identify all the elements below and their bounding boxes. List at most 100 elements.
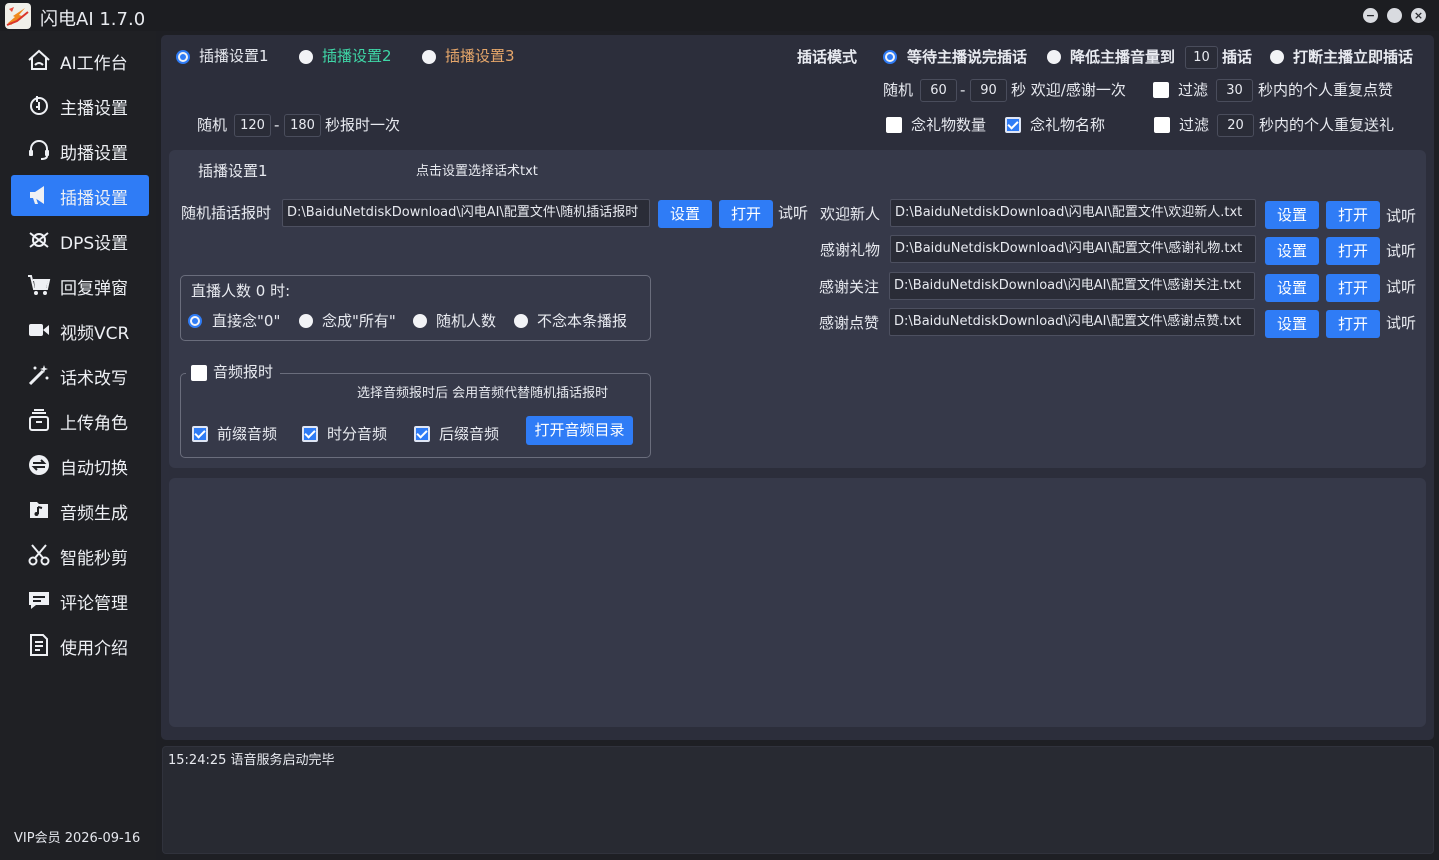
minimize-icon[interactable]: −: [1363, 8, 1378, 23]
preset-2-radio[interactable]: [299, 50, 313, 64]
sidebar-item-reply-popup[interactable]: 回复弹窗: [11, 265, 149, 306]
sidebar-item-audio-gen[interactable]: 音频生成: [11, 490, 149, 531]
time-audio-checkbox[interactable]: [302, 426, 318, 442]
zero-direct-radio[interactable]: [188, 314, 202, 328]
random-report-min-input[interactable]: 120: [234, 114, 271, 137]
gift-name-checkbox[interactable]: [1005, 117, 1021, 133]
zero-skip-label[interactable]: 不念本条播报: [537, 311, 627, 331]
upload-box-icon: [29, 409, 49, 431]
volume-input[interactable]: 10: [1185, 46, 1218, 69]
wait-insert-radio[interactable]: [883, 50, 897, 64]
random-insert-path-input[interactable]: D:\BaiduNetdiskDownload\闪电AI\配置文件\随机插话报时: [282, 199, 650, 227]
sidebar-item-upload-role[interactable]: 上传角色: [11, 400, 149, 441]
filter-gift-checkbox[interactable]: [1154, 117, 1170, 133]
gift-name-label[interactable]: 念礼物名称: [1030, 115, 1105, 135]
suffix-audio-label[interactable]: 后缀音频: [439, 424, 499, 444]
time-audio-label[interactable]: 时分音频: [327, 424, 387, 444]
welcome-new-label: 欢迎新人: [820, 205, 881, 223]
filter-like-checkbox[interactable]: [1153, 82, 1169, 98]
gift-count-label[interactable]: 念礼物数量: [911, 115, 986, 135]
preset-1-radio[interactable]: [176, 50, 190, 64]
gift-count-checkbox[interactable]: [886, 117, 902, 133]
thank-follow-label: 感谢关注: [819, 278, 880, 296]
zero-direct-label[interactable]: 直接念"0": [212, 311, 280, 331]
wait-insert-label[interactable]: 等待主播说完插话: [907, 47, 1027, 67]
thank-follow-path-input[interactable]: D:\BaiduNetdiskDownload\闪电AI\配置文件\感谢关注.t…: [889, 272, 1255, 300]
log-panel: 15:24:25 语音服务启动完毕: [162, 746, 1434, 854]
thank-follow-set-button[interactable]: 设置: [1265, 274, 1319, 302]
switch-icon: [29, 455, 49, 475]
sidebar-item-ai-workbench[interactable]: AI工作台: [11, 40, 149, 81]
prefix-audio-checkbox[interactable]: [192, 426, 208, 442]
thank-like-path-input[interactable]: D:\BaiduNetdiskDownload\闪电AI\配置文件\感谢点赞.t…: [889, 308, 1255, 336]
volume-suffix: 插话: [1222, 48, 1253, 66]
zero-random-label[interactable]: 随机人数: [436, 311, 496, 331]
insert-mode-label: 插话模式: [797, 48, 858, 66]
maximize-icon[interactable]: [1387, 8, 1402, 23]
close-icon[interactable]: ×: [1411, 8, 1426, 23]
thank-gift-listen-link[interactable]: 试听: [1386, 241, 1416, 261]
interrupt-label[interactable]: 打断主播立即插话: [1293, 47, 1413, 67]
zero-skip-radio[interactable]: [514, 314, 528, 328]
sidebar-item-label: DPS设置: [60, 234, 129, 254]
sidebar-item-anchor[interactable]: 主播设置: [11, 85, 149, 126]
welcome-new-set-button[interactable]: 设置: [1265, 201, 1319, 229]
sidebar-item-label: 主播设置: [60, 99, 128, 119]
panel-title: 插播设置1: [198, 162, 268, 180]
random-insert-label: 随机插话报时: [181, 204, 272, 222]
sidebar-item-dps[interactable]: DPS设置: [11, 220, 149, 261]
interrupt-radio[interactable]: [1270, 50, 1284, 64]
audio-report-note: 选择音频报时后 会用音频代替随机插话报时: [357, 386, 609, 401]
sidebar-item-label: 音频生成: [60, 504, 128, 524]
random-report-max-input[interactable]: 180: [284, 114, 321, 137]
random-insert-set-button[interactable]: 设置: [658, 200, 712, 228]
zero-random-radio[interactable]: [413, 314, 427, 328]
vip-status: VIP会员 2026-09-16: [14, 831, 141, 846]
megaphone-icon: [30, 186, 44, 204]
sidebar-item-insert[interactable]: 插播设置: [11, 175, 149, 216]
welcome-min-input[interactable]: 60: [920, 79, 957, 102]
audio-report-checkbox[interactable]: [191, 365, 207, 381]
audio-report-label[interactable]: 音频报时: [213, 362, 273, 382]
preset-3-label[interactable]: 插播设置3: [445, 46, 515, 66]
filter-gift-input[interactable]: 20: [1217, 114, 1254, 137]
lower-volume-label[interactable]: 降低主播音量到: [1070, 47, 1175, 67]
welcome-max-input[interactable]: 90: [970, 79, 1007, 102]
thank-follow-listen-link[interactable]: 试听: [1386, 277, 1416, 297]
welcome-new-path-input[interactable]: D:\BaiduNetdiskDownload\闪电AI\配置文件\欢迎新人.t…: [890, 199, 1256, 227]
thank-follow-open-button[interactable]: 打开: [1326, 274, 1380, 302]
random-report-prefix: 随机: [197, 116, 228, 134]
sidebar-item-label: 视频VCR: [60, 324, 130, 344]
lower-volume-radio[interactable]: [1047, 50, 1061, 64]
preset-2-label[interactable]: 插播设置2: [322, 46, 392, 66]
preset-1-label[interactable]: 插播设置1: [199, 46, 269, 66]
sidebar-item-video[interactable]: 视频VCR: [11, 310, 149, 351]
sidebar-item-label: 助播设置: [60, 144, 128, 164]
sidebar-item-rewrite[interactable]: 话术改写: [11, 355, 149, 396]
prefix-audio-label[interactable]: 前缀音频: [217, 424, 277, 444]
thank-like-set-button[interactable]: 设置: [1265, 310, 1319, 338]
magic-wand-icon: [28, 365, 49, 386]
thank-gift-path-input[interactable]: D:\BaiduNetdiskDownload\闪电AI\配置文件\感谢礼物.t…: [890, 235, 1256, 263]
welcome-new-open-button[interactable]: 打开: [1326, 201, 1380, 229]
welcome-random-prefix: 随机: [883, 81, 914, 99]
sidebar-item-smart-cut[interactable]: 智能秒剪: [11, 535, 149, 576]
suffix-audio-checkbox[interactable]: [414, 426, 430, 442]
sidebar-item-comments[interactable]: 评论管理: [11, 580, 149, 621]
sidebar-item-auto-switch[interactable]: 自动切换: [11, 445, 149, 486]
thank-gift-open-button[interactable]: 打开: [1326, 237, 1380, 265]
preset-3-radio[interactable]: [422, 50, 436, 64]
filter-like-input[interactable]: 30: [1216, 79, 1253, 102]
sidebar-item-guide[interactable]: 使用介绍: [11, 625, 149, 666]
random-insert-listen-link[interactable]: 试听: [778, 203, 808, 223]
open-audio-dir-button[interactable]: 打开音频目录: [526, 416, 633, 445]
zero-all-radio[interactable]: [299, 314, 313, 328]
thank-like-listen-link[interactable]: 试听: [1386, 313, 1416, 333]
thank-like-open-button[interactable]: 打开: [1326, 310, 1380, 338]
scissors-icon: [28, 544, 50, 566]
zero-all-label[interactable]: 念成"所有": [322, 311, 396, 331]
thank-gift-set-button[interactable]: 设置: [1265, 237, 1319, 265]
random-insert-open-button[interactable]: 打开: [719, 200, 773, 228]
welcome-new-listen-link[interactable]: 试听: [1386, 206, 1416, 226]
sidebar-item-assistant[interactable]: 助播设置: [11, 130, 149, 171]
